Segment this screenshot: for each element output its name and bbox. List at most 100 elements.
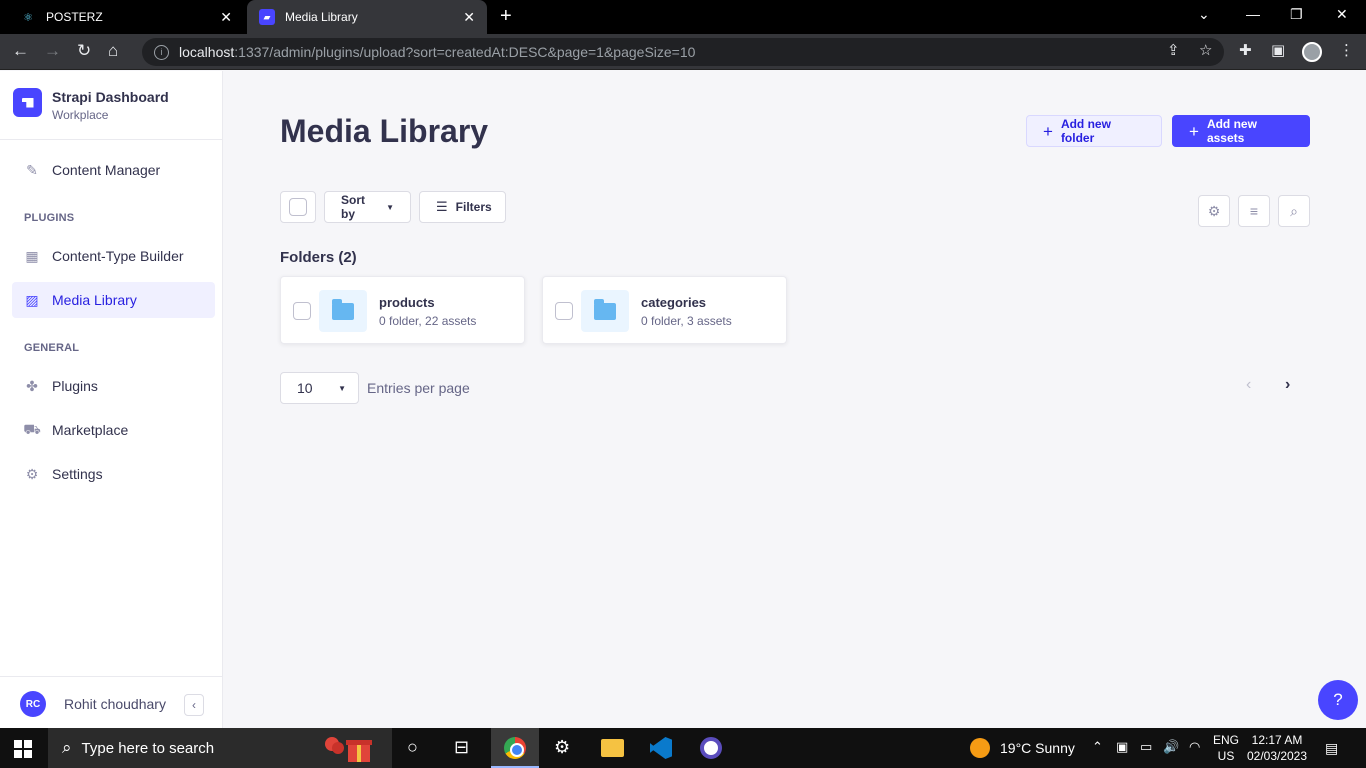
vscode-icon[interactable] — [650, 737, 672, 759]
avatar: RC — [20, 691, 46, 717]
brand-title: Strapi Dashboard — [52, 89, 169, 105]
puzzle-icon: ✤ — [26, 377, 38, 394]
browser-toolbar: ← → ↻ ⌂ i localhost :1337/admin/plugins/… — [0, 34, 1366, 70]
select-all-checkbox[interactable] — [289, 198, 307, 216]
share-icon[interactable]: ⇪ — [1167, 41, 1180, 59]
folder-checkbox[interactable] — [555, 302, 573, 320]
folder-card-products[interactable]: products 0 folder, 22 assets — [280, 276, 525, 344]
info-icon[interactable]: i — [154, 44, 169, 60]
folder-checkbox[interactable] — [293, 302, 311, 320]
extensions-icon[interactable]: ✚ — [1239, 41, 1252, 59]
back-icon[interactable]: ← — [12, 41, 29, 61]
chevron-right-icon[interactable]: › — [1285, 376, 1290, 394]
user-profile[interactable]: RC Rohit choudhary ‹ — [0, 676, 223, 728]
settings-button[interactable]: ⚙ — [1198, 195, 1230, 227]
new-tab-icon[interactable]: + — [500, 5, 512, 28]
profile-avatar[interactable] — [1302, 42, 1322, 62]
forward-icon[interactable]: → — [44, 41, 61, 61]
meet-now-icon[interactable]: ▣ — [1116, 739, 1128, 755]
file-explorer-icon[interactable] — [601, 739, 624, 757]
filters-button[interactable]: ☰ Filters — [419, 191, 506, 223]
wifi-icon[interactable]: ◠ — [1189, 739, 1200, 755]
page-size-select[interactable]: 10 ▼ — [280, 372, 359, 404]
chevron-down-icon[interactable]: ⌄ — [1198, 6, 1210, 23]
button-label: Add new folder — [1060, 117, 1111, 145]
help-button[interactable]: ? — [1318, 680, 1358, 720]
sidebar-item-label: Content Manager — [52, 162, 161, 178]
weather-text[interactable]: 19°C Sunny — [1000, 740, 1075, 756]
settings-gear-icon[interactable]: ⚙ — [554, 737, 570, 758]
url-path: :1337/admin/plugins/upload?sort=createdA… — [234, 44, 696, 60]
cortana-icon[interactable]: ○ — [407, 737, 418, 758]
sidebar-item-marketplace[interactable]: ⛟ Marketplace — [12, 412, 215, 448]
battery-icon[interactable]: ▭ — [1140, 739, 1152, 755]
folder-name[interactable]: categories — [641, 295, 706, 310]
sidebar-item-label: Content-Type Builder — [52, 248, 184, 264]
sidebar-item-settings[interactable]: ⚙ Settings — [12, 456, 215, 492]
button-label: Sort by — [341, 193, 365, 221]
sidebar-item-label: Settings — [52, 466, 103, 482]
browser-tab-posterz[interactable]: ⚛ POSTERZ ✕ — [0, 0, 244, 34]
chevron-left-icon[interactable]: ‹ — [1246, 376, 1251, 394]
volume-icon[interactable]: 🔊 — [1163, 739, 1179, 755]
reload-icon[interactable]: ↻ — [77, 41, 91, 61]
close-icon[interactable]: ✕ — [463, 9, 475, 26]
strapi-logo-icon — [13, 88, 42, 117]
tab-label: POSTERZ — [46, 10, 103, 24]
notifications-icon[interactable]: ▤ — [1325, 740, 1338, 757]
gift-icon — [325, 737, 372, 762]
close-icon[interactable]: ✕ — [220, 9, 232, 26]
main-content: Media Library + Add new folder + Add new… — [224, 71, 1366, 728]
edit-icon: ✎ — [26, 161, 38, 178]
clock[interactable]: 12:17 AM 02/03/2023 — [1246, 732, 1308, 764]
search-placeholder: Type here to search — [81, 739, 215, 757]
caret-down-icon: ▼ — [338, 384, 346, 393]
sidebar-item-label: Marketplace — [52, 422, 129, 438]
bookmark-star-icon[interactable]: ☆ — [1199, 41, 1212, 59]
clock-time: 12:17 AM — [1251, 733, 1303, 747]
section-label-general: GENERAL — [24, 342, 80, 354]
clock-date: 02/03/2023 — [1246, 749, 1308, 763]
language-indicator[interactable]: ENG US — [1213, 732, 1239, 764]
side-panel-icon[interactable]: ▣ — [1271, 41, 1285, 59]
sidebar-item-media-library[interactable]: ▨ Media Library — [12, 282, 215, 318]
folder-card-categories[interactable]: categories 0 folder, 3 assets — [542, 276, 787, 344]
menu-dots-icon[interactable]: ⋮ — [1339, 41, 1354, 59]
brand: Strapi Dashboard Workplace — [0, 71, 223, 140]
select-all-wrapper — [280, 191, 316, 223]
address-input[interactable]: i localhost :1337/admin/plugins/upload?s… — [142, 38, 1224, 66]
sidebar-item-plugins[interactable]: ✤ Plugins — [12, 368, 215, 404]
caret-down-icon: ▼ — [386, 202, 394, 212]
tab-label: Media Library — [285, 10, 358, 24]
list-view-button[interactable]: ≡ — [1238, 195, 1270, 227]
search-button[interactable]: ⌕ — [1278, 195, 1310, 227]
task-view-icon[interactable]: ⊟ — [454, 737, 469, 758]
sidebar-item-label: Media Library — [52, 292, 137, 308]
windows-start-icon[interactable] — [14, 740, 32, 758]
chrome-icon[interactable] — [504, 737, 526, 759]
plus-icon: + — [1043, 121, 1053, 141]
sidebar-item-content-type-builder[interactable]: ▦ Content-Type Builder — [12, 238, 215, 274]
browser-tab-media-library[interactable]: ▰ Media Library ✕ — [247, 0, 487, 34]
add-new-folder-button[interactable]: + Add new folder — [1026, 115, 1162, 147]
folder-thumbnail — [319, 290, 367, 332]
react-icon: ⚛ — [23, 11, 33, 24]
obs-icon[interactable] — [700, 737, 722, 759]
sort-by-button[interactable]: Sort by ▼ — [324, 191, 411, 223]
button-label: Filters — [455, 200, 492, 214]
home-icon[interactable]: ⌂ — [108, 41, 118, 61]
restore-icon[interactable]: ❐ — [1290, 6, 1303, 23]
folder-name[interactable]: products — [379, 295, 435, 310]
add-new-assets-button[interactable]: + Add new assets — [1172, 115, 1310, 147]
list-view-icon: ≡ — [1249, 203, 1259, 219]
minimize-icon[interactable]: — — [1246, 6, 1260, 22]
weather-sun-icon[interactable] — [970, 738, 990, 758]
language-line: ENG — [1213, 733, 1240, 747]
tray-chevron-up-icon[interactable]: ⌃ — [1092, 739, 1103, 755]
collapse-sidebar-button[interactable]: ‹ — [184, 694, 204, 716]
sidebar-item-content-manager[interactable]: ✎ Content Manager — [12, 152, 215, 188]
sidebar-item-label: Plugins — [52, 378, 98, 394]
window-close-icon[interactable]: ✕ — [1336, 6, 1348, 23]
os-taskbar: ⌕ Type here to search ○ ⊟ ⚙ 19°C Sunny ⌃… — [0, 728, 1366, 768]
sidebar: Strapi Dashboard Workplace ✎ Content Man… — [0, 71, 223, 728]
